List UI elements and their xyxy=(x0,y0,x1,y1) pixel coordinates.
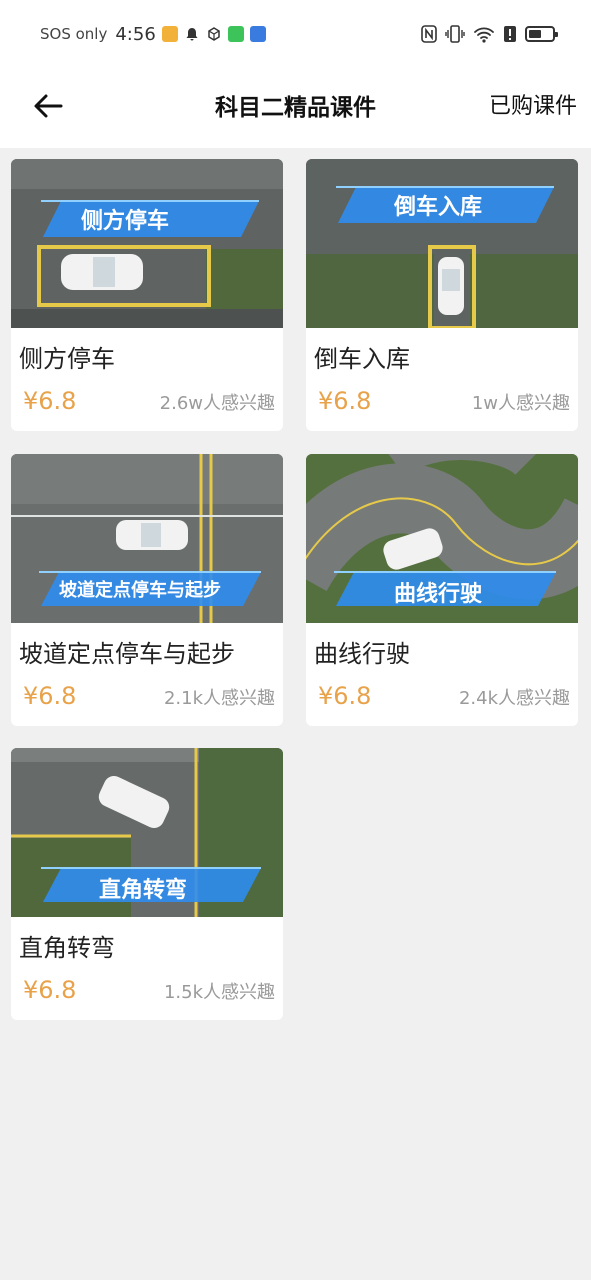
alert-icon xyxy=(504,26,516,42)
course-price: ¥6.8 xyxy=(318,682,372,710)
notification-app-icon xyxy=(161,26,178,42)
course-thumbnail: 直角转弯 xyxy=(11,748,283,917)
course-price: ¥6.8 xyxy=(23,387,77,415)
interest-count: 2.4k人感兴趣 xyxy=(458,688,570,709)
course-title: 倒车入库 xyxy=(314,345,410,373)
purchased-courses-link[interactable]: 已购课件 xyxy=(489,88,577,120)
course-card[interactable]: 坡道定点停车与起步 坡道定点停车与起步 ¥6.8 2.1k人感兴趣 xyxy=(11,454,283,726)
course-card[interactable]: 倒车入库 倒车入库 ¥6.8 1w人感兴趣 xyxy=(306,159,578,431)
course-price: ¥6.8 xyxy=(23,682,77,710)
course-thumbnail: 坡道定点停车与起步 xyxy=(11,454,283,623)
course-card[interactable]: 曲线行驶 曲线行驶 ¥6.8 2.4k人感兴趣 xyxy=(306,454,578,726)
battery-icon xyxy=(525,26,558,42)
course-title: 侧方停车 xyxy=(19,345,115,373)
bird-app-icon xyxy=(249,26,266,42)
app-header: 科目二精品课件 已购课件 xyxy=(0,66,591,148)
course-card[interactable]: 侧方停车 侧方停车 ¥6.8 2.6w人感兴趣 xyxy=(11,159,283,431)
nfc-icon xyxy=(421,25,437,43)
course-thumbnail: 倒车入库 xyxy=(306,159,578,328)
course-price: ¥6.8 xyxy=(23,976,77,1004)
thumbnail-banner-text: 侧方停车 xyxy=(81,209,170,234)
course-price: ¥6.8 xyxy=(318,387,372,415)
status-bar: SOS only 4:56 xyxy=(0,0,591,66)
wifi-icon xyxy=(474,27,494,43)
thumbnail-banner-text: 直角转弯 xyxy=(99,878,188,903)
interest-count: 1w人感兴趣 xyxy=(471,393,570,414)
course-thumbnail: 侧方停车 xyxy=(11,159,283,328)
thumbnail-banner-text: 坡道定点停车与起步 xyxy=(59,580,221,601)
interest-count: 2.6w人感兴趣 xyxy=(159,393,275,414)
interest-count: 2.1k人感兴趣 xyxy=(163,688,275,709)
clock: 4:56 xyxy=(115,23,156,45)
interest-count: 1.5k人感兴趣 xyxy=(163,982,275,1003)
bell-icon xyxy=(186,28,198,41)
chat-app-icon xyxy=(227,26,244,42)
course-thumbnail: 曲线行驶 xyxy=(306,454,578,623)
carrier-text: SOS only xyxy=(40,25,108,43)
thumbnail-banner-text: 倒车入库 xyxy=(394,195,483,220)
course-title: 曲线行驶 xyxy=(314,640,410,668)
course-card[interactable]: 直角转弯 直角转弯 ¥6.8 1.5k人感兴趣 xyxy=(11,748,283,1020)
box-icon xyxy=(208,27,220,41)
course-title: 直角转弯 xyxy=(19,934,115,962)
vibrate-icon xyxy=(445,25,465,43)
thumbnail-banner-text: 曲线行驶 xyxy=(394,582,483,607)
course-title: 坡道定点停车与起步 xyxy=(19,640,235,668)
